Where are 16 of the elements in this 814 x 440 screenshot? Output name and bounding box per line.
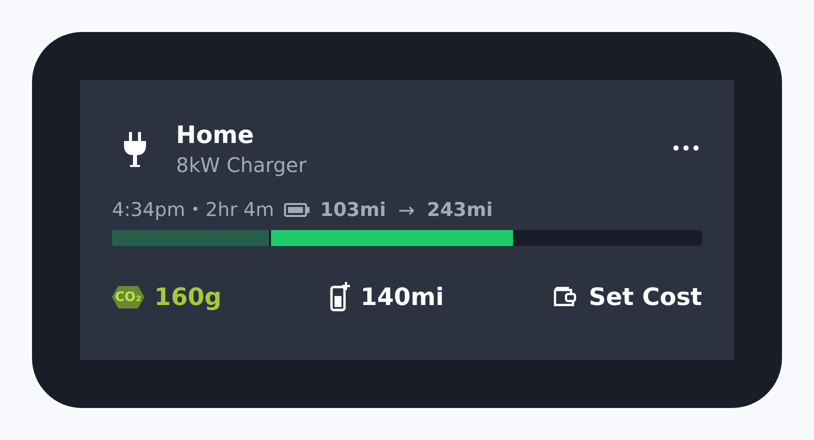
- charger-subtitle: 8kW Charger: [176, 152, 308, 179]
- battery-plus-icon: [330, 282, 350, 312]
- range-end: 243mi: [426, 199, 493, 221]
- separator-dot: •: [191, 202, 200, 218]
- start-time: 4:34pm: [112, 199, 186, 221]
- set-cost-button[interactable]: Set Cost: [552, 283, 702, 311]
- arrow-icon: →: [398, 198, 415, 222]
- duration: 2hr 4m: [206, 199, 274, 221]
- emissions-value: 160g: [154, 283, 222, 311]
- range-start: 103mi: [320, 199, 386, 221]
- charger-title: Home: [176, 120, 255, 150]
- wallet-icon: [552, 286, 577, 308]
- co2-badge: CO₂: [112, 286, 144, 308]
- more-icon[interactable]: [673, 145, 699, 151]
- battery-icon: [284, 203, 310, 217]
- added-range: 140mi: [360, 283, 444, 311]
